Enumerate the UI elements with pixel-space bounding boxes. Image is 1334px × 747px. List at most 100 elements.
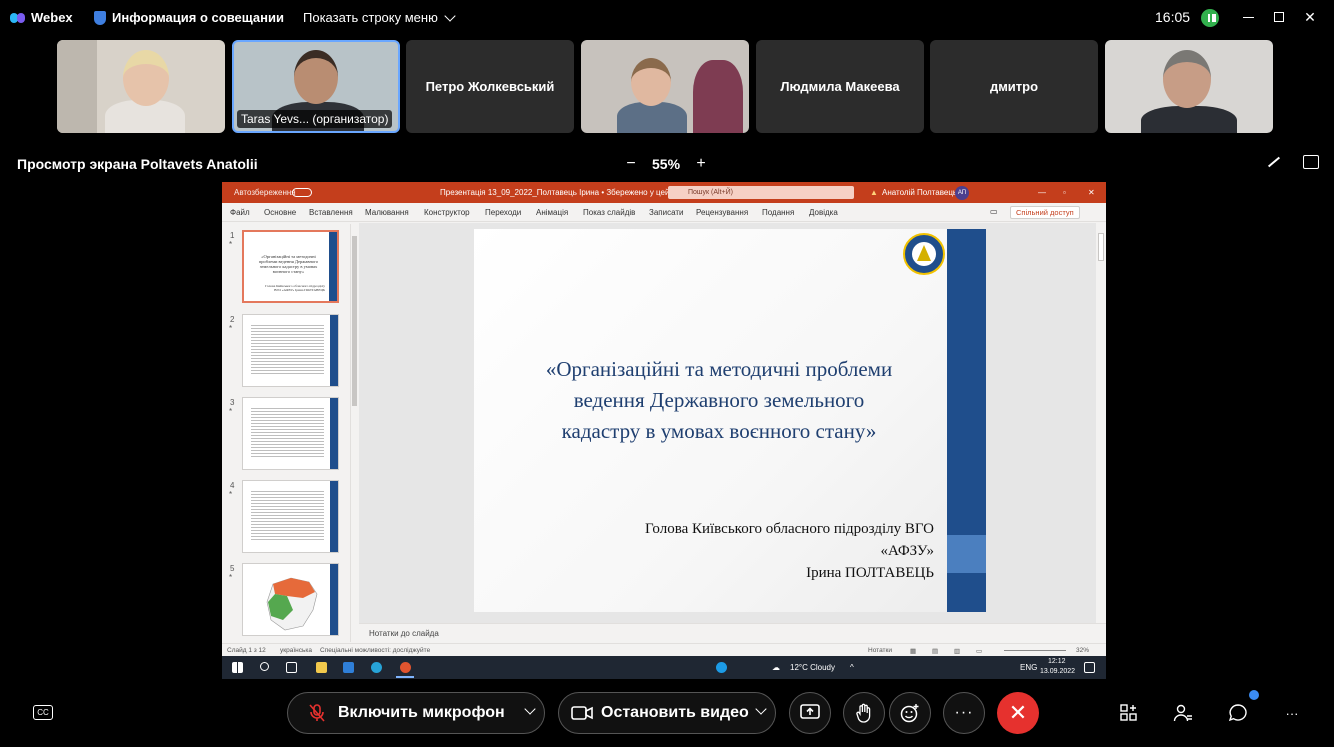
ppt-menu-bar: Файл Основне Вставлення Малювання Констр… <box>222 203 1106 222</box>
participant-tile-2[interactable]: Taras Yevs... (организатор) <box>232 40 400 133</box>
maximize-button[interactable] <box>1269 8 1289 26</box>
participant-tile-6[interactable]: дмитро <box>930 40 1098 133</box>
menu-design[interactable]: Конструктор <box>424 208 470 217</box>
share-content-button[interactable] <box>789 692 831 734</box>
participant-tile-1[interactable] <box>57 40 225 133</box>
background-wall <box>57 40 97 133</box>
thumbnail-scrollbar[interactable] <box>350 224 358 642</box>
close-icon: ✕ <box>1008 700 1028 725</box>
ppt-restore-icon[interactable]: ▫ <box>1063 188 1066 197</box>
ppt-search-input[interactable]: Пошук (Alt+Й) <box>668 186 854 199</box>
edge-icon[interactable] <box>371 662 382 673</box>
thumb-title: «Організаційні та методичні проблеми вед… <box>258 254 319 274</box>
accessibility-status[interactable]: Спеціальні можливості: досліджуйте <box>320 647 430 654</box>
menu-file[interactable]: Файл <box>230 208 250 217</box>
show-menu-bar-button[interactable]: Показать строку меню <box>303 9 456 25</box>
weather-text[interactable]: 12°C Cloudy <box>790 663 835 672</box>
chevron-up-icon[interactable]: ^ <box>850 663 854 672</box>
annotate-pen-icon[interactable] <box>1265 155 1281 169</box>
scroll-thumb[interactable] <box>1098 233 1104 261</box>
raise-hand-button[interactable] <box>843 692 885 734</box>
menu-help[interactable]: Довідка <box>809 208 838 217</box>
close-button[interactable]: ✕ <box>1300 8 1320 26</box>
menu-view[interactable]: Подання <box>762 208 794 217</box>
slide-thumbnail-5[interactable] <box>242 563 339 636</box>
closed-captions-icon[interactable]: CC <box>33 705 53 720</box>
zoom-out-button[interactable]: − <box>624 155 638 173</box>
scroll-thumb[interactable] <box>352 236 357 406</box>
chevron-down-icon[interactable] <box>755 703 767 715</box>
reactions-button[interactable] <box>889 692 931 734</box>
menu-slideshow[interactable]: Показ слайдів <box>583 208 635 217</box>
windows-start-icon[interactable] <box>232 662 243 673</box>
search-icon[interactable] <box>260 662 269 671</box>
more-options-button[interactable]: ··· <box>943 692 985 734</box>
file-explorer-icon[interactable] <box>316 662 327 673</box>
cloud-icon: ☁ <box>772 663 780 672</box>
taskbar-date[interactable]: 13.09.2022 <box>1040 668 1075 675</box>
powerpoint-taskbar-icon[interactable] <box>400 662 411 673</box>
more-panels-button[interactable]: ··· <box>1282 703 1302 723</box>
apps-button[interactable] <box>1119 703 1139 723</box>
webex-logo: Webex <box>10 10 73 25</box>
menu-insert[interactable]: Вставлення <box>309 208 353 217</box>
participant-tile-5[interactable]: Людмила Макеева <box>756 40 924 133</box>
stop-video-label: Остановить видео <box>601 704 749 721</box>
meeting-info-button[interactable]: Информация о совещании <box>94 10 284 25</box>
language-indicator[interactable]: українська <box>280 647 312 654</box>
reading-view-icon[interactable]: ▥ <box>954 647 960 655</box>
notifications-icon[interactable] <box>1084 662 1095 673</box>
network-health-icon[interactable] <box>1201 9 1219 27</box>
ppt-close-icon[interactable]: ✕ <box>1088 188 1095 197</box>
unmute-microphone-button[interactable]: Включить микрофон <box>287 692 545 734</box>
comment-icon[interactable]: ▭ <box>990 207 998 216</box>
slide-thumbnail-1[interactable]: «Організаційні та методичні проблеми вед… <box>242 230 339 303</box>
participants-button[interactable] <box>1173 703 1193 723</box>
menu-draw[interactable]: Малювання <box>365 208 409 217</box>
slideshow-view-icon[interactable]: ▭ <box>976 647 982 655</box>
chat-button[interactable] <box>1228 703 1248 723</box>
chevron-down-icon[interactable] <box>524 703 536 715</box>
autosave-toggle[interactable] <box>292 188 312 197</box>
shield-icon <box>94 10 106 25</box>
slide-scrollbar[interactable] <box>1096 223 1106 623</box>
participant-tile-7[interactable] <box>1105 40 1273 133</box>
task-view-icon[interactable] <box>286 662 297 673</box>
participant-tile-4[interactable] <box>581 40 749 133</box>
zoom-in-button[interactable]: + <box>694 155 708 173</box>
zoom-slider[interactable] <box>1004 650 1066 651</box>
chat-notification-dot <box>1249 690 1259 700</box>
menu-review[interactable]: Рецензування <box>696 208 748 217</box>
slide-title-line: ведення Державного земельного <box>573 388 865 412</box>
mail-icon[interactable] <box>343 662 354 673</box>
taskbar-time[interactable]: 12:12 <box>1048 658 1066 665</box>
slide-thumbnail-3[interactable] <box>242 397 339 470</box>
menu-record[interactable]: Записати <box>649 208 684 217</box>
normal-view-icon[interactable]: ▦ <box>910 647 916 655</box>
webex-taskbar-icon[interactable] <box>716 662 727 673</box>
participant-name: дмитро <box>989 79 1039 94</box>
menu-transitions[interactable]: Переходи <box>485 208 521 217</box>
minimize-button[interactable] <box>1238 8 1258 26</box>
autosave-label: Автозбереження <box>234 188 296 197</box>
sorter-view-icon[interactable]: ▤ <box>932 647 938 655</box>
stop-video-button[interactable]: Остановить видео <box>558 692 776 734</box>
leave-meeting-button[interactable]: ✕ <box>997 692 1039 734</box>
menu-home[interactable]: Основне <box>264 208 296 217</box>
avatar: АП <box>955 186 969 200</box>
screen-view-icon[interactable] <box>1303 155 1319 169</box>
notes-toggle[interactable]: Нотатки <box>868 647 892 654</box>
shared-screen[interactable]: Автозбереження Презентація 13_09_2022_По… <box>222 182 1106 679</box>
current-slide[interactable]: «Організаційні та методичні проблеми вед… <box>474 229 986 612</box>
participant-tile-3[interactable]: Петро Жолкевський <box>406 40 574 133</box>
input-language[interactable]: ENG <box>1020 663 1037 672</box>
menu-animation[interactable]: Анімація <box>536 208 568 217</box>
star-icon: * <box>229 240 233 249</box>
ppt-share-button[interactable]: Спільний доступ <box>1010 206 1080 219</box>
slide-thumbnail-2[interactable] <box>242 314 339 387</box>
zoom-control: − 55% + <box>624 155 708 173</box>
slide-thumbnail-4[interactable] <box>242 480 339 553</box>
notes-pane[interactable]: Нотатки до слайда <box>359 623 1106 643</box>
ppt-minimize-icon[interactable]: — <box>1038 188 1046 197</box>
ppt-user-name: Анатолій Полтавець <box>882 188 958 197</box>
